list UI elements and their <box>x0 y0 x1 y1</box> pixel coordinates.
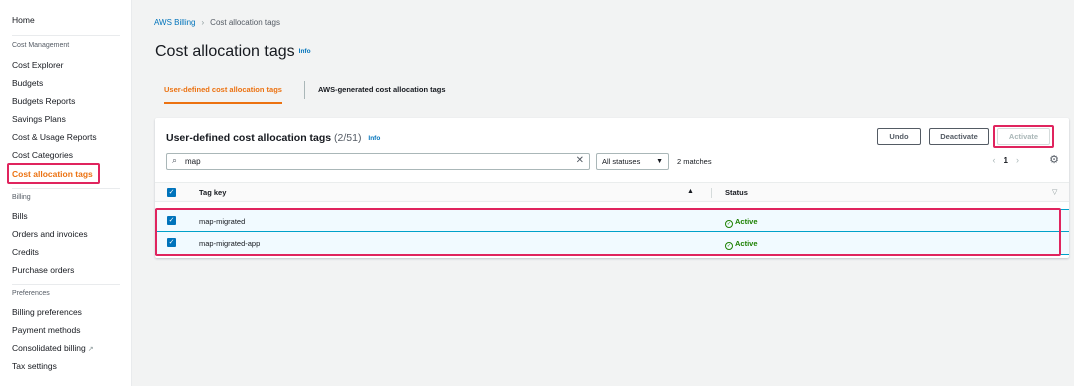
gear-icon[interactable]: ⚙ <box>1049 153 1059 166</box>
table-row[interactable]: ✓ map-migrated ✓ Active <box>155 209 1069 232</box>
sidebar-item-tax-settings[interactable]: Tax settings <box>12 361 57 371</box>
status-cell: ✓ Active <box>725 239 758 250</box>
sidebar-heading-billing: Billing <box>12 194 31 201</box>
status-filter-select[interactable]: All statuses ▼ <box>596 153 669 170</box>
page-title-text: Cost allocation tags <box>155 43 295 60</box>
breadcrumb-current: Cost allocation tags <box>210 18 280 27</box>
pagination-page-1[interactable]: 1 <box>1004 156 1008 165</box>
chevron-right-icon: › <box>201 18 205 27</box>
caret-down-icon: ▼ <box>656 158 663 165</box>
sidebar-heading-cost-management: Cost Management <box>12 42 70 49</box>
tab-label: AWS-generated cost allocation tags <box>318 85 446 94</box>
sidebar-item-budgets-reports[interactable]: Budgets Reports <box>12 96 75 106</box>
status-text: Active <box>735 239 758 248</box>
sidebar-item-budgets[interactable]: Budgets <box>12 78 43 88</box>
sidebar-item-cost-explorer[interactable]: Cost Explorer <box>12 60 64 70</box>
sidebar-item-orders-invoices[interactable]: Orders and invoices <box>12 229 88 239</box>
column-header-tag-key[interactable]: Tag key <box>199 188 226 197</box>
panel-selection-count: (2/51) <box>334 132 362 144</box>
table-header: ✓ Tag key ▲ Status ▽ <box>155 182 1069 202</box>
sidebar-item-credits[interactable]: Credits <box>12 247 39 257</box>
activate-button-highlight <box>993 125 1054 148</box>
sidebar-item-bills[interactable]: Bills <box>12 211 28 221</box>
page-info-link[interactable]: Info <box>299 48 311 55</box>
search-icon: ⌕ <box>172 155 178 165</box>
sidebar-item-payment-methods[interactable]: Payment methods <box>12 325 81 335</box>
status-text: Active <box>735 217 758 226</box>
breadcrumb: AWS Billing › Cost allocation tags <box>154 18 280 27</box>
tab-divider <box>304 81 305 99</box>
status-cell: ✓ Active <box>725 217 758 228</box>
sort-up-icon[interactable]: ▲ <box>687 188 694 195</box>
sidebar-item-label: Consolidated billing <box>12 343 86 353</box>
column-header-status[interactable]: Status <box>725 188 748 197</box>
pagination-prev-button[interactable]: ‹ <box>993 155 996 165</box>
sidebar-item-purchase-orders[interactable]: Purchase orders <box>12 265 74 275</box>
match-count: 2 matches <box>677 157 712 166</box>
search-input-value: map <box>185 157 201 166</box>
table-row[interactable]: ✓ map-migrated-app ✓ Active <box>155 232 1069 255</box>
external-link-icon: ↗ <box>87 346 94 353</box>
sidebar-nav: Home Cost Management Cost Explorer Budge… <box>0 0 132 386</box>
tab-user-defined[interactable]: User-defined cost allocation tags <box>164 78 282 104</box>
check-circle-icon: ✓ <box>725 242 733 250</box>
check-circle-icon: ✓ <box>725 220 733 228</box>
sidebar-active-highlight <box>7 163 100 184</box>
status-filter-value: All statuses <box>602 157 641 166</box>
sidebar-item-cost-usage-reports[interactable]: Cost & Usage Reports <box>12 132 97 142</box>
main-content: AWS Billing › Cost allocation tags Cost al… <box>133 0 1074 386</box>
breadcrumb-link-aws-billing[interactable]: AWS Billing <box>154 18 196 27</box>
sort-down-icon[interactable]: ▽ <box>1052 188 1057 196</box>
tab-aws-generated[interactable]: AWS-generated cost allocation tags <box>318 78 446 102</box>
row-checkbox[interactable]: ✓ <box>167 216 176 225</box>
sidebar-divider <box>12 284 120 285</box>
select-all-checkbox[interactable]: ✓ <box>167 188 176 197</box>
deactivate-button[interactable]: Deactivate <box>929 128 989 145</box>
pagination-next-button[interactable]: › <box>1016 155 1019 165</box>
panel-title: User-defined cost allocation tags (2/51)… <box>166 132 380 144</box>
sidebar-divider <box>12 35 120 36</box>
sidebar-item-cost-categories[interactable]: Cost Categories <box>12 150 73 160</box>
sidebar-item-consolidated-billing[interactable]: Consolidated billing ↗ <box>12 343 94 353</box>
sidebar-heading-preferences: Preferences <box>12 290 50 297</box>
sidebar-item-savings-plans[interactable]: Savings Plans <box>12 114 66 124</box>
panel-info-link[interactable]: Info <box>368 135 380 142</box>
tab-active-indicator <box>164 102 282 104</box>
column-divider <box>711 188 712 198</box>
panel-title-text: User-defined cost allocation tags <box>166 132 332 144</box>
sidebar-divider <box>12 188 120 189</box>
undo-button[interactable]: Undo <box>877 128 921 145</box>
tags-table-panel: User-defined cost allocation tags (2/51)… <box>155 118 1069 258</box>
tab-bar: User-defined cost allocation tags AWS-ge… <box>155 78 1055 104</box>
close-icon[interactable]: ✕ <box>576 155 584 166</box>
sidebar-item-home[interactable]: Home <box>12 15 35 25</box>
search-input[interactable]: ⌕ map ✕ <box>166 153 590 170</box>
tag-key-cell: map-migrated <box>199 217 246 226</box>
tab-label: User-defined cost allocation tags <box>164 85 282 94</box>
tag-key-cell: map-migrated-app <box>199 239 261 248</box>
pagination: ‹ 1 › <box>993 155 1019 165</box>
page-title: Cost allocation tags Info <box>155 43 311 61</box>
row-checkbox[interactable]: ✓ <box>167 238 176 247</box>
sidebar-item-billing-preferences[interactable]: Billing preferences <box>12 307 82 317</box>
